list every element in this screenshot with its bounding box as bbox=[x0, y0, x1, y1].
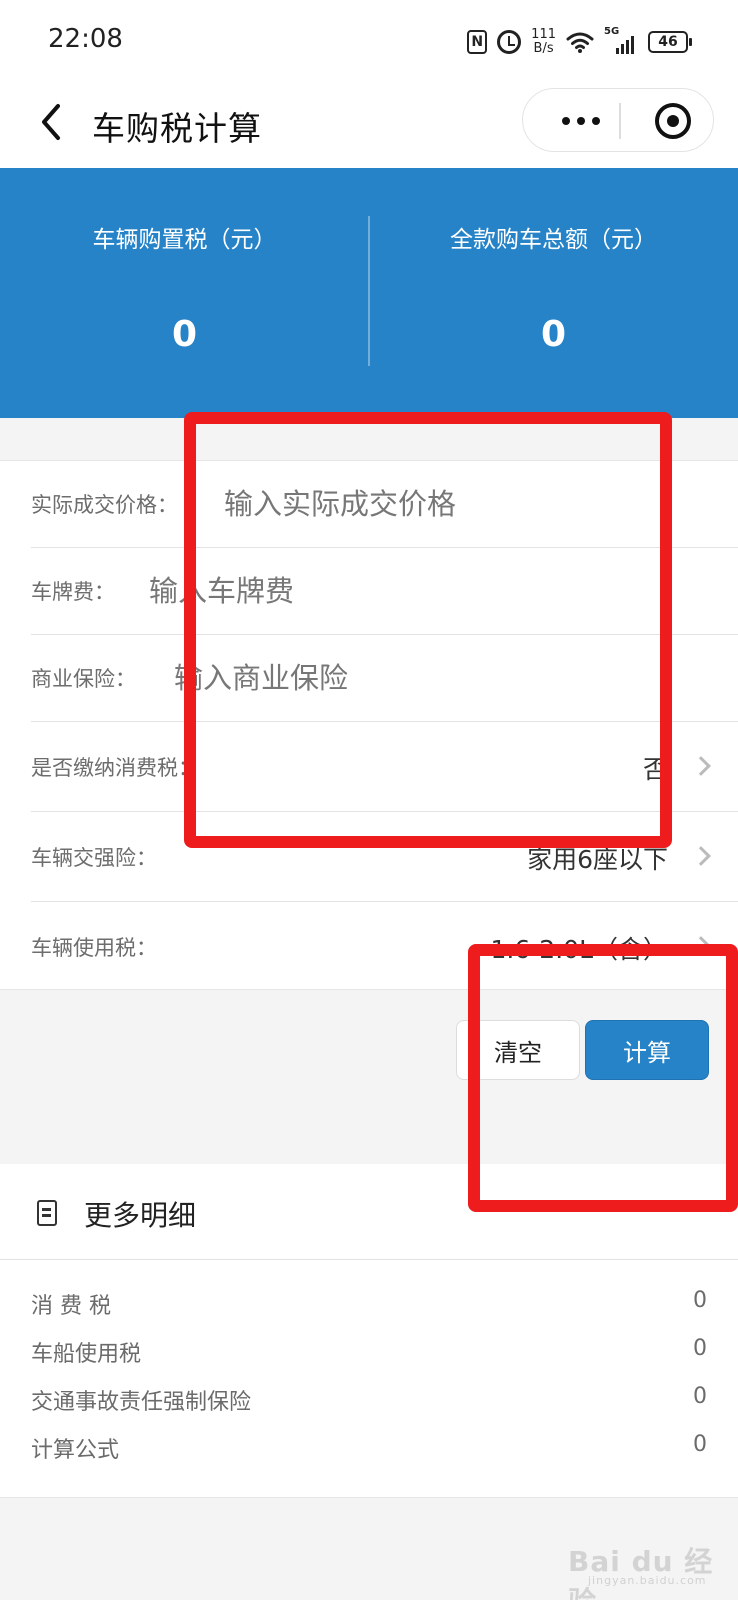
detail-label: 消 费 税 bbox=[31, 1294, 111, 1319]
form-row-consumption-tax[interactable]: 是否缴纳消费税： 否 bbox=[31, 722, 738, 812]
mini-program-capsule bbox=[522, 88, 714, 152]
close-mini-program-icon[interactable] bbox=[655, 103, 691, 139]
form-row-plate-fee: 车牌费： 输入车牌费 bbox=[31, 548, 738, 635]
detail-row: 消 费 税 0 bbox=[31, 1288, 707, 1328]
battery-icon: 46 bbox=[648, 31, 692, 53]
total-amount-value: 0 bbox=[540, 314, 567, 355]
detail-label: 交通事故责任强制保险 bbox=[31, 1390, 252, 1415]
capsule-divider bbox=[619, 103, 621, 139]
usage-tax-label: 车辆使用税： bbox=[31, 936, 157, 960]
total-amount-label: 全款购车总额（元） bbox=[450, 227, 657, 253]
compulsory-insurance-label: 车辆交强险： bbox=[31, 846, 157, 870]
plate-fee-label: 车牌费： bbox=[31, 580, 115, 604]
nfc-icon: N bbox=[467, 30, 488, 54]
detail-label: 计算公式 bbox=[31, 1438, 120, 1463]
more-details-header[interactable]: 更多明细 bbox=[0, 1164, 738, 1260]
status-icons: N 111 B/s 5G 46 bbox=[467, 24, 692, 60]
document-icon bbox=[37, 1200, 57, 1226]
chevron-right-icon bbox=[691, 756, 711, 776]
back-arrow-icon[interactable] bbox=[36, 100, 72, 144]
detail-value: 0 bbox=[693, 1336, 707, 1361]
form-row-compulsory-insurance[interactable]: 车辆交强险： 家用6座以下 bbox=[31, 812, 738, 902]
form-row-insurance: 商业保险： 输入商业保险 bbox=[31, 635, 738, 722]
calculation-form: 实际成交价格： 输入实际成交价格 车牌费： 输入车牌费 商业保险： 输入商业保险… bbox=[0, 460, 738, 990]
compulsory-insurance-value[interactable]: 家用6座以下 bbox=[527, 840, 668, 876]
detail-label: 车船使用税 bbox=[31, 1342, 142, 1367]
watermark-text: Bai du 经验 bbox=[568, 1545, 714, 1600]
form-row-usage-tax[interactable]: 车辆使用税： 1.6-2.0L（含） bbox=[31, 902, 738, 990]
alarm-clock-icon bbox=[497, 30, 522, 54]
consumption-tax-value[interactable]: 否 bbox=[643, 750, 668, 786]
more-options-icon[interactable] bbox=[551, 89, 611, 153]
baidu-jingyan-watermark: Bai du 经验 jingyan.baidu.com bbox=[568, 1540, 738, 1600]
purchase-tax-label: 车辆购置税（元） bbox=[92, 227, 277, 253]
battery-level: 46 bbox=[658, 34, 678, 50]
status-bar: 22:08 N 111 B/s 5G 46 bbox=[0, 0, 738, 84]
purchase-tax-value: 0 bbox=[171, 314, 198, 355]
plate-fee-input[interactable]: 输入车牌费 bbox=[149, 568, 294, 610]
calculate-button[interactable]: 计算 bbox=[585, 1020, 709, 1080]
status-time: 22:08 bbox=[48, 24, 123, 54]
commercial-insurance-input[interactable]: 输入商业保险 bbox=[174, 655, 348, 697]
result-summary-banner: 车辆购置税（元） 0 全款购车总额（元） 0 bbox=[0, 168, 738, 418]
detail-value: 0 bbox=[693, 1288, 707, 1313]
consumption-tax-label: 是否缴纳消费税： bbox=[31, 756, 199, 780]
form-row-price: 实际成交价格： 输入实际成交价格 bbox=[31, 461, 738, 548]
usage-tax-value[interactable]: 1.6-2.0L（含） bbox=[491, 930, 668, 966]
network-speed: 111 B/s bbox=[531, 28, 556, 56]
detail-row: 交通事故责任强制保险 0 bbox=[31, 1384, 707, 1424]
nav-bar: 车购税计算 bbox=[0, 84, 738, 168]
watermark-sub: jingyan.baidu.com bbox=[588, 1574, 707, 1587]
detail-value: 0 bbox=[693, 1384, 707, 1409]
purchase-tax-summary: 车辆购置税（元） 0 bbox=[0, 168, 369, 418]
price-label: 实际成交价格： bbox=[31, 493, 178, 517]
price-input[interactable]: 输入实际成交价格 bbox=[224, 481, 456, 523]
insurance-label: 商业保险： bbox=[31, 667, 136, 691]
more-details-title: 更多明细 bbox=[84, 1199, 197, 1232]
detail-row: 计算公式 0 bbox=[31, 1432, 707, 1472]
detail-row: 车船使用税 0 bbox=[31, 1336, 707, 1376]
cellular-signal-icon: 5G bbox=[604, 26, 638, 56]
chevron-right-icon bbox=[691, 936, 711, 956]
chevron-right-icon bbox=[691, 846, 711, 866]
network-speed-unit: B/s bbox=[533, 41, 554, 56]
page-title: 车购税计算 bbox=[92, 109, 262, 148]
wifi-icon bbox=[566, 32, 594, 53]
network-speed-value: 111 bbox=[531, 27, 556, 42]
detail-value: 0 bbox=[693, 1432, 707, 1457]
clear-button[interactable]: 清空 bbox=[456, 1020, 580, 1080]
total-amount-summary: 全款购车总额（元） 0 bbox=[369, 168, 738, 418]
more-details-card: 更多明细 消 费 税 0 车船使用税 0 交通事故责任强制保险 0 计算公式 0 bbox=[0, 1164, 738, 1498]
